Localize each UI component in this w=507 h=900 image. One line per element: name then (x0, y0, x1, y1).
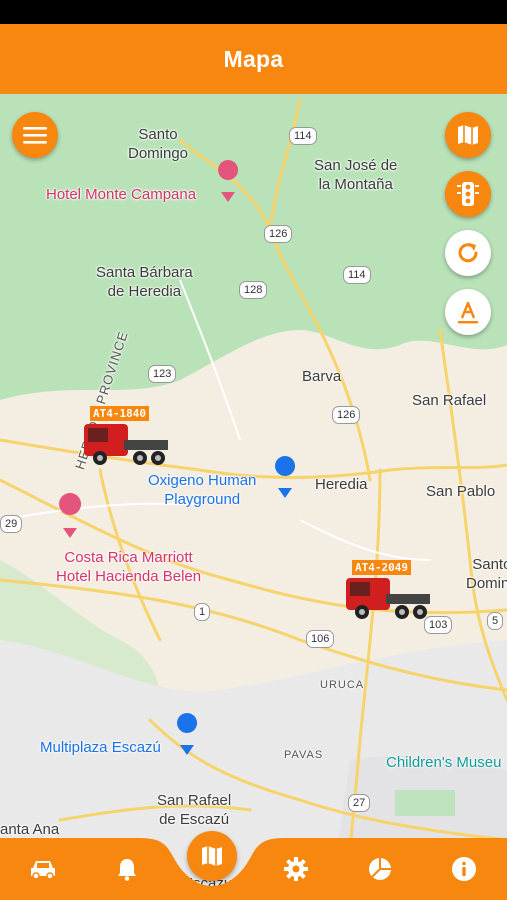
map-type-button[interactable] (445, 112, 491, 158)
nav-reports[interactable] (363, 852, 397, 886)
refresh-button[interactable] (445, 230, 491, 276)
vehicle-id-label: AT4-1840 (90, 406, 149, 421)
app-header: Mapa (0, 24, 507, 94)
map-icon (458, 125, 478, 145)
menu-icon (23, 127, 47, 144)
route-shield: 114 (289, 127, 317, 145)
route-shield: 114 (343, 266, 371, 284)
district-pavas: PAVAS (284, 749, 324, 761)
nav-settings[interactable] (279, 852, 313, 886)
place-san-rafael-escazu: San Rafael de Escazú (157, 792, 232, 828)
route-shield: 123 (148, 365, 177, 383)
route-shield: 128 (239, 281, 268, 299)
route-shield: 106 (306, 630, 335, 648)
poi-hotel-monte-campana[interactable]: Hotel Monte Campana (46, 185, 196, 204)
vehicle-marker[interactable]: AT4-2049 (342, 560, 434, 626)
map-view[interactable]: Santo Domingo San José de la Montaña Hot… (0, 94, 507, 900)
place-san-pablo: San Pablo (426, 483, 496, 500)
status-bar (0, 0, 507, 24)
route-shield: 5 (487, 612, 504, 630)
pie-chart-icon (369, 858, 391, 880)
info-icon (452, 857, 476, 881)
page-title: Mapa (223, 45, 284, 72)
refresh-icon (458, 243, 478, 263)
nav-info[interactable] (447, 852, 481, 886)
bottom-nav (0, 838, 507, 900)
route-shield: 126 (264, 225, 293, 243)
poi-marriott[interactable]: Costa Rica Marriott Hotel Hacienda Belen (56, 548, 201, 586)
traffic-light-icon (457, 182, 479, 206)
traffic-button[interactable] (445, 171, 491, 217)
map-icon (202, 846, 222, 866)
poi-multiplaza[interactable]: Multiplaza Escazú (40, 738, 161, 757)
route-shield: 126 (332, 406, 361, 424)
nav-vehicles[interactable] (26, 852, 60, 886)
vehicle-marker[interactable]: AT4-1840 (80, 406, 172, 472)
place-san-rafael: San Rafael (412, 392, 487, 409)
car-icon (31, 861, 55, 880)
route-shield: 1 (194, 603, 211, 621)
poi-oxigeno[interactable]: Oxigeno Human Playground (148, 471, 256, 509)
place-santo-domingo-right: Santo Doming (466, 556, 507, 592)
district-uruca: URUCA (320, 679, 365, 691)
place-barva: Barva (302, 368, 342, 385)
route-shield: 27 (348, 794, 371, 812)
vehicle-id-label: AT4-2049 (352, 560, 411, 575)
bell-icon (118, 859, 136, 881)
gear-icon (284, 857, 308, 881)
place-san-jose-de-la-montana: San José de la Montaña (314, 157, 398, 193)
place-heredia: Heredia (315, 476, 368, 493)
place-santa-ana: anta Ana (0, 821, 60, 838)
menu-button[interactable] (12, 112, 58, 158)
labels-button[interactable] (445, 289, 491, 335)
label-icon (458, 301, 478, 324)
place-santa-barbara: Santa Bárbara de Heredia (96, 264, 193, 300)
poi-childrens-museum[interactable]: Children's Museu (386, 753, 501, 772)
nav-map[interactable] (187, 831, 237, 881)
nav-alerts[interactable] (110, 852, 144, 886)
route-shield: 29 (0, 515, 23, 533)
place-santo-domingo: Santo Domingo (128, 126, 189, 162)
